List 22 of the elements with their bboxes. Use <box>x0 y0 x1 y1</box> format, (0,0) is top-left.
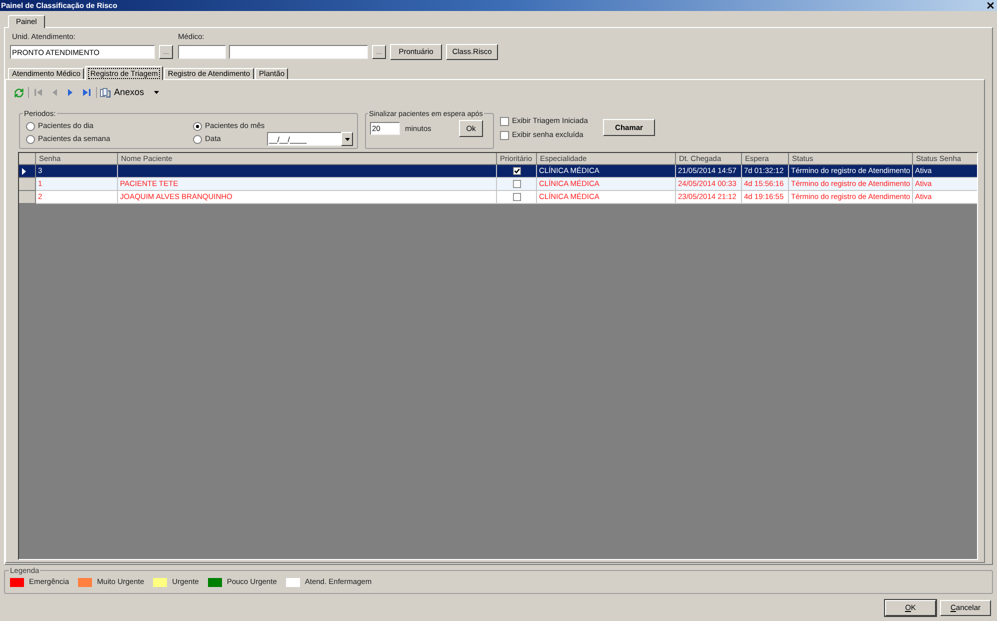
radio-button[interactable] <box>193 134 202 144</box>
row-pointer-icon <box>22 168 26 174</box>
radio-button[interactable] <box>193 122 202 130</box>
radio-button[interactable] <box>26 134 35 144</box>
attachments-button[interactable]: Anexos <box>100 86 144 99</box>
next-icon[interactable] <box>66 88 75 97</box>
caret-down-icon <box>344 138 350 140</box>
checkbox[interactable] <box>512 167 520 175</box>
dropdown-button[interactable] <box>341 132 353 146</box>
checkbox[interactable] <box>512 193 520 201</box>
attachment-icon <box>100 88 111 98</box>
refresh-icon[interactable] <box>14 88 24 98</box>
text-field[interactable] <box>178 45 226 59</box>
checkbox[interactable] <box>500 116 509 126</box>
last-record-icon[interactable] <box>82 88 91 97</box>
text-field[interactable] <box>229 45 368 59</box>
checkbox[interactable] <box>500 130 509 140</box>
radio-button[interactable] <box>26 122 35 130</box>
checkbox[interactable] <box>512 180 520 188</box>
close-icon[interactable] <box>987 2 994 9</box>
caret-down-icon[interactable] <box>154 91 160 94</box>
row-header[interactable] <box>19 165 36 178</box>
